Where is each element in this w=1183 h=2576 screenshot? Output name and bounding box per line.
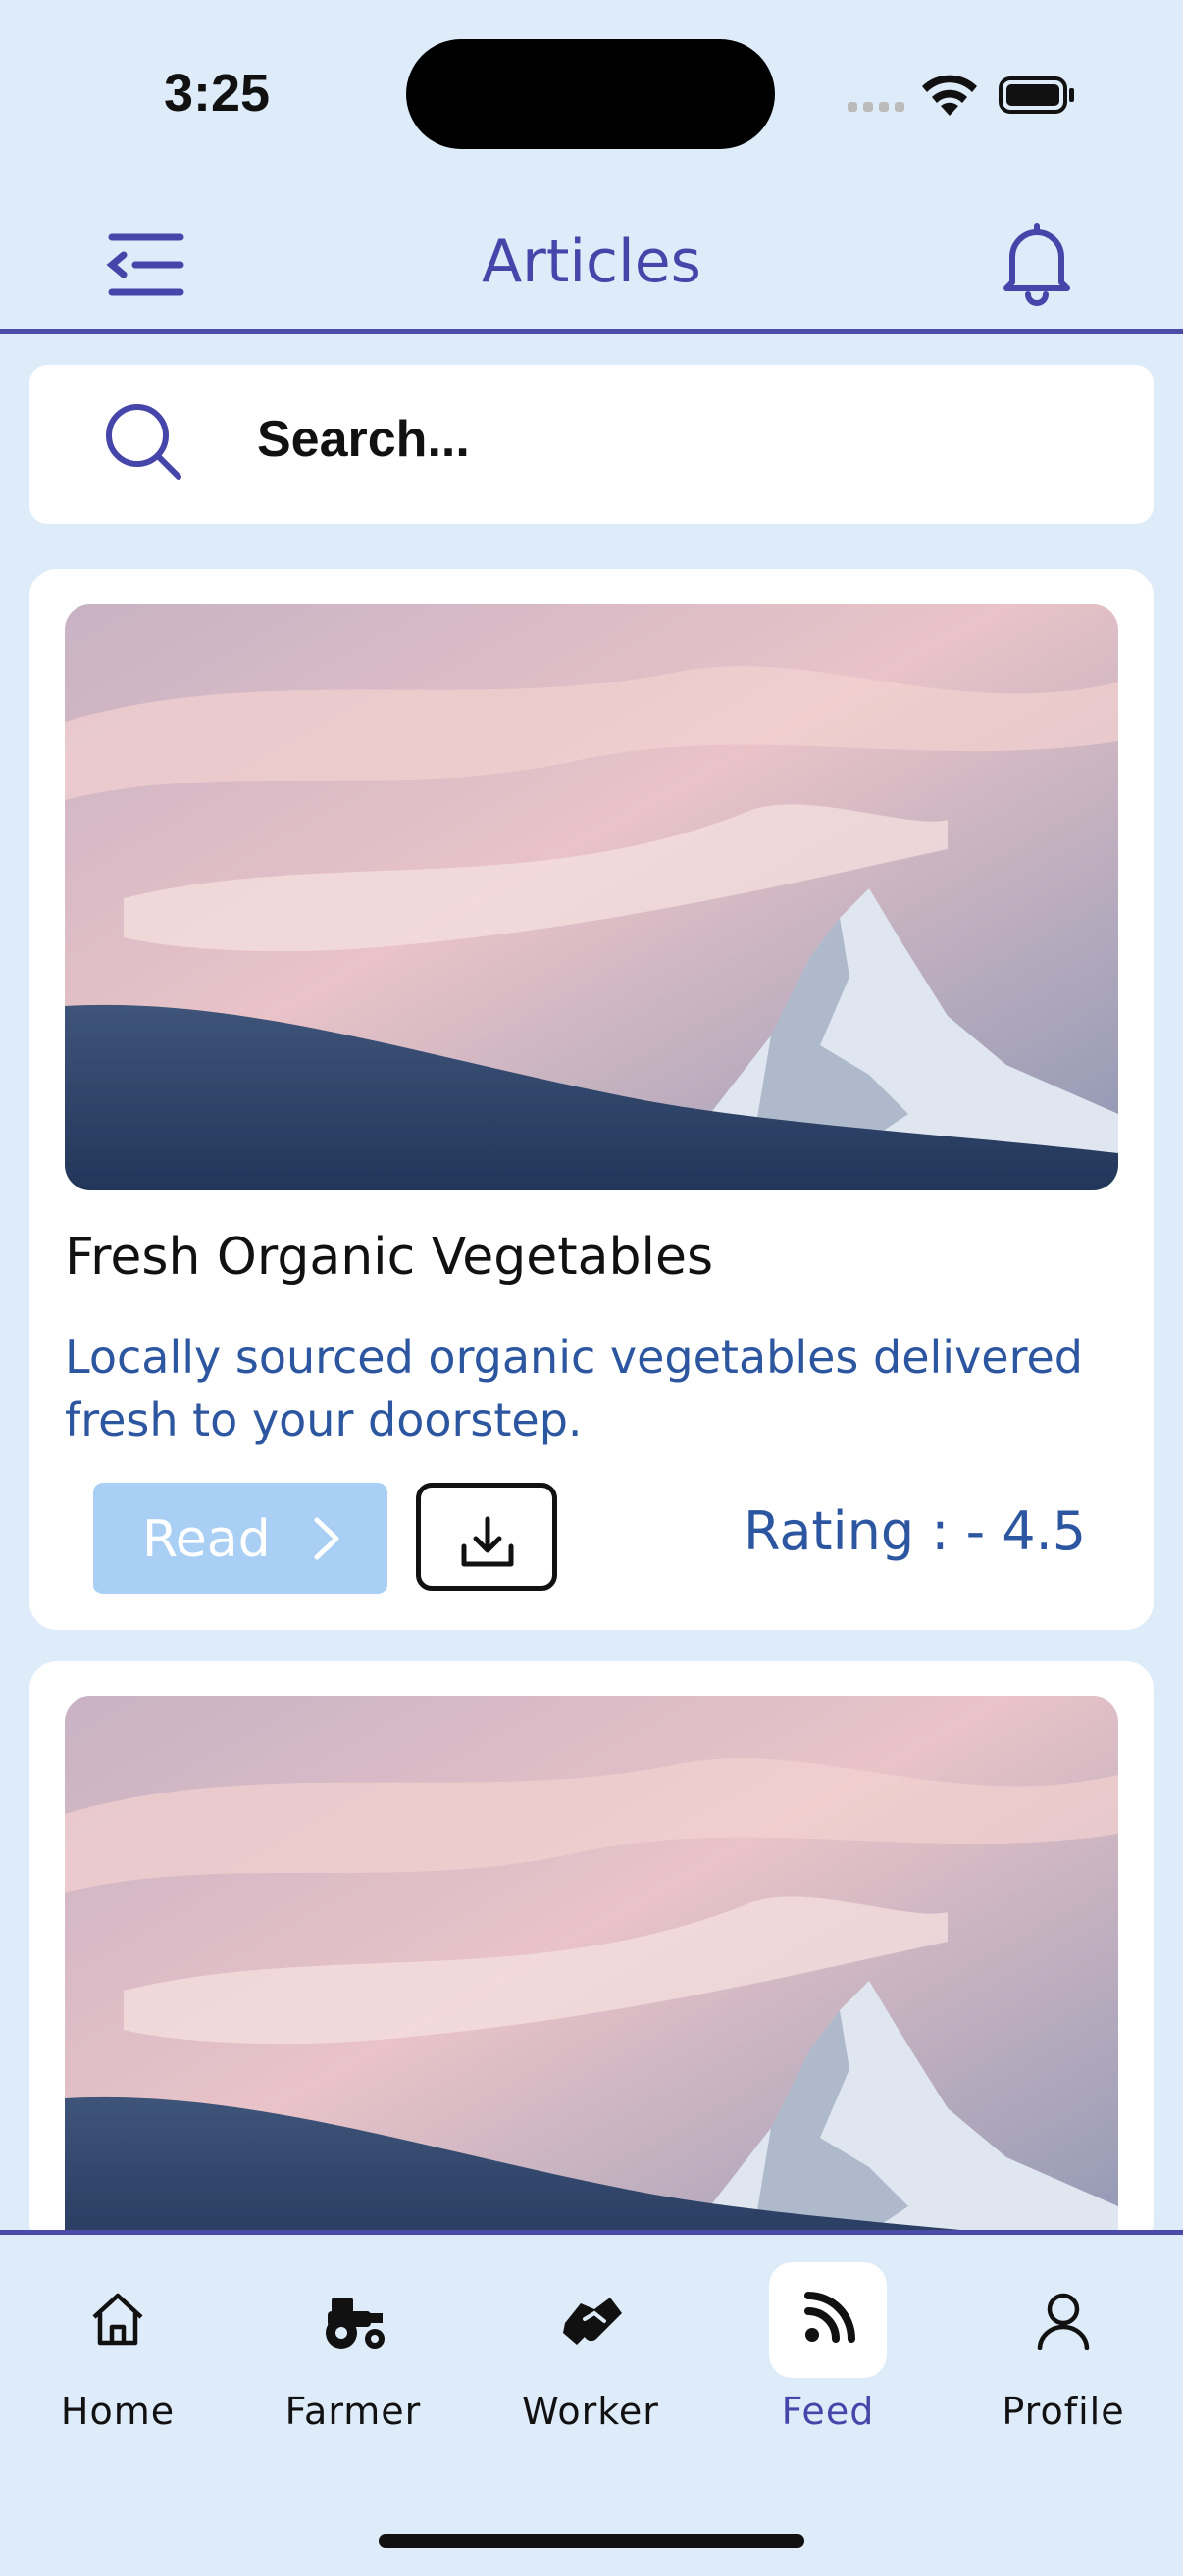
nav-label: Farmer	[284, 2390, 422, 2433]
status-icons	[848, 75, 1074, 116]
bell-icon	[1003, 223, 1070, 306]
notifications-button[interactable]	[993, 218, 1081, 306]
article-title: Fresh Organic Vegetables	[65, 1228, 714, 1287]
nav-item-home[interactable]: Home	[20, 2262, 216, 2449]
app-header: Articles	[0, 186, 1183, 334]
chevron-right-icon	[314, 1517, 339, 1560]
article-card[interactable]	[29, 1661, 1154, 2249]
download-button[interactable]	[416, 1483, 557, 1591]
handshake-icon	[563, 2298, 622, 2345]
nav-item-profile[interactable]: Profile	[965, 2262, 1161, 2449]
search-input[interactable]: Search...	[257, 410, 470, 469]
nav-item-farmer[interactable]: Farmer	[255, 2262, 451, 2449]
search-bar[interactable]	[29, 365, 1154, 524]
status-time: 3:25	[164, 64, 271, 123]
nav-item-worker[interactable]: Worker	[492, 2262, 689, 2449]
article-card[interactable]: Fresh Organic Vegetables Locally sourced…	[29, 569, 1154, 1630]
nav-label: Feed	[781, 2390, 875, 2433]
rss-feed-icon	[804, 2292, 855, 2343]
nav-item-feed[interactable]: Feed	[730, 2262, 926, 2449]
read-button-label: Read	[142, 1510, 271, 1569]
home-icon	[92, 2293, 143, 2346]
article-rating: Rating : - 4.5	[744, 1500, 1087, 1562]
nav-label: Home	[60, 2390, 176, 2433]
article-image	[65, 1696, 1118, 2249]
search-icon	[106, 404, 181, 480]
tractor-icon	[326, 2298, 385, 2349]
article-description: Locally sourced organic vegetables deliv…	[65, 1331, 1084, 1446]
status-bar: 3:25	[0, 0, 1183, 186]
download-icon	[461, 1516, 514, 1567]
wifi-icon	[922, 75, 977, 116]
article-image	[65, 604, 1118, 1190]
nav-label: Worker	[522, 2390, 659, 2433]
dynamic-island	[406, 39, 775, 149]
home-indicator	[379, 2534, 804, 2548]
bottom-nav: Home Farmer Worker Feed Profile	[0, 2230, 1183, 2576]
battery-icon	[999, 76, 1074, 114]
person-icon	[1037, 2293, 1090, 2350]
read-button[interactable]: Read	[93, 1483, 387, 1594]
cellular-signal-icon	[848, 102, 904, 112]
nav-label: Profile	[1002, 2390, 1125, 2433]
